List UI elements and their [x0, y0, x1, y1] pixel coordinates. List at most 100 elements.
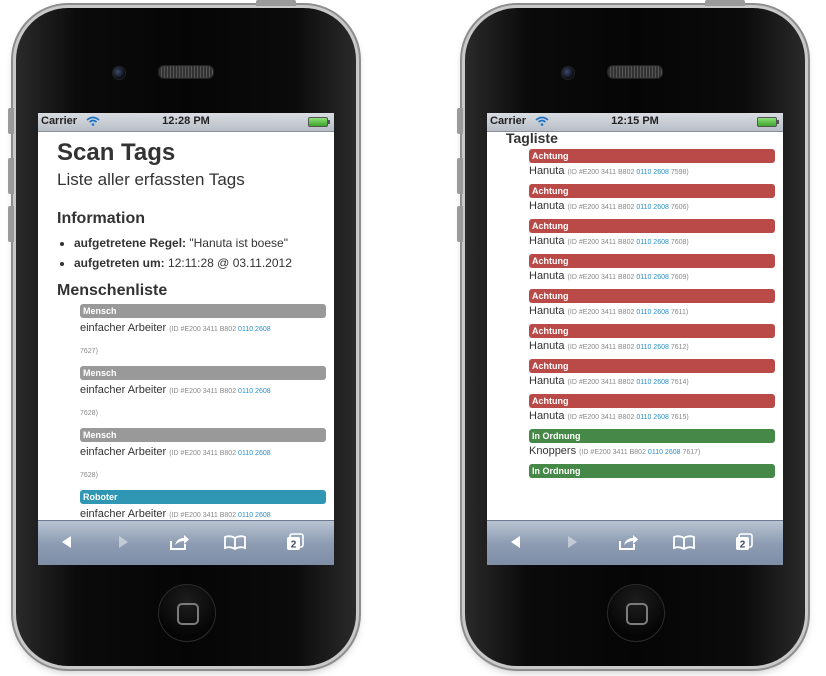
power-button: [705, 0, 745, 6]
tag-id-suffix: 7628): [80, 410, 98, 417]
tag-id-link[interactable]: 0110 2608: [238, 388, 271, 395]
tag-id: (ID #E200 3411 B802 0110 2608: [169, 512, 271, 519]
info-list: aufgetretene Regel: "Hanuta ist boese" a…: [38, 233, 334, 273]
status-badge: Achtung: [529, 359, 775, 373]
share-icon: [619, 535, 638, 550]
share-button[interactable]: [166, 529, 192, 555]
status-badge: Achtung: [529, 394, 775, 408]
tabs-button[interactable]: 2: [282, 529, 308, 555]
status-time: 12:15 PM: [611, 115, 659, 127]
iphone-right: Carrier 12:15 PM Tagliste Achtung Hanuta …: [457, 0, 805, 666]
home-button[interactable]: [158, 584, 216, 642]
tag-id-link[interactable]: 0110 2608: [636, 309, 669, 316]
tag-id-link[interactable]: 0110 2608: [636, 414, 669, 421]
status-bar: Carrier 12:15 PM: [487, 113, 783, 132]
tag-id-link[interactable]: 0110 2608: [636, 344, 669, 351]
bookmarks-button[interactable]: [222, 529, 248, 555]
list-heading: Menschenliste: [57, 282, 168, 299]
volume-down-button: [8, 206, 14, 242]
safari-toolbar: 2: [487, 520, 783, 565]
tag-name: Hanuta: [529, 235, 565, 247]
list-item[interactable]: Mensch einfacher Arbeiter (ID #E200 3411…: [80, 304, 326, 362]
tag-id-link[interactable]: 0110 2608: [238, 326, 271, 333]
front-camera: [561, 66, 575, 80]
tag-id-link[interactable]: 0110 2608: [636, 169, 669, 176]
back-button[interactable]: [503, 529, 529, 555]
type-badge: Mensch: [80, 366, 326, 380]
tag-id-link[interactable]: 0110 2608: [636, 379, 669, 386]
tag-id: (ID #E200 3411 B802 0110 2608 7598): [567, 169, 689, 176]
tabs-button[interactable]: 2: [731, 529, 757, 555]
info-value: 12:11:28 @ 03.11.2012: [168, 256, 292, 270]
bookmarks-button[interactable]: [671, 529, 697, 555]
tag-id: (ID #E200 3411 B802 0110 2608 7617): [579, 449, 701, 456]
tag-id-suffix: 7628): [80, 472, 98, 479]
tag-id: (ID #E200 3411 B802 0110 2608 7606): [567, 204, 689, 211]
tag-item[interactable]: Achtung Hanuta (ID #E200 3411 B802 0110 2…: [529, 359, 775, 391]
tag-name: Hanuta: [529, 305, 565, 317]
tag-name: Hanuta: [529, 165, 565, 177]
tag-id-link[interactable]: 0110 2608: [636, 274, 669, 281]
list-item[interactable]: Mensch einfacher Arbeiter (ID #E200 3411…: [80, 428, 326, 486]
forward-button[interactable]: [559, 529, 585, 555]
earpiece-speaker: [158, 65, 214, 79]
list-item[interactable]: Roboter einfacher Arbeiter (ID #E200 341…: [80, 490, 326, 521]
tag-id-link[interactable]: 0110 2608: [636, 239, 669, 246]
tag-item[interactable]: Achtung Hanuta (ID #E200 3411 B802 0110 2…: [529, 394, 775, 426]
tag-id: (ID #E200 3411 B802 0110 2608 7609): [567, 274, 689, 281]
back-arrow-icon: [62, 536, 71, 548]
tag-id-link[interactable]: 0110 2608: [636, 204, 669, 211]
forward-arrow-icon: [568, 536, 577, 548]
list-item[interactable]: Mensch einfacher Arbeiter (ID #E200 3411…: [80, 366, 326, 424]
earpiece-speaker: [607, 65, 663, 79]
tag-item[interactable]: Achtung Hanuta (ID #E200 3411 B802 0110 2…: [529, 289, 775, 321]
status-bar: Carrier 12:28 PM: [38, 113, 334, 132]
tag-item[interactable]: Achtung Hanuta (ID #E200 3411 B802 0110 2…: [529, 219, 775, 251]
tag-name: Hanuta: [529, 340, 565, 352]
back-arrow-icon: [511, 536, 520, 548]
info-heading: Information: [57, 210, 145, 227]
tag-id: (ID #E200 3411 B802 0110 2608 7612): [567, 344, 689, 351]
book-icon: [224, 535, 246, 551]
page-title: Scan Tags: [57, 139, 176, 166]
tag-id: (ID #E200 3411 B802 0110 2608: [169, 450, 271, 457]
forward-button[interactable]: [110, 529, 136, 555]
tag-id: (ID #E200 3411 B802 0110 2608 7611): [567, 309, 689, 316]
tag-id-link[interactable]: 0110 2608: [238, 450, 271, 457]
info-item-time: aufgetreten um: 12:11:28 @ 03.11.2012: [74, 253, 334, 273]
tag-item[interactable]: Achtung Hanuta (ID #E200 3411 B802 0110 2…: [529, 184, 775, 216]
volume-up-button: [8, 158, 14, 194]
status-badge: Achtung: [529, 219, 775, 233]
volume-down-button: [457, 206, 463, 242]
page-content: Tagliste Achtung Hanuta (ID #E200 3411 B8…: [487, 132, 783, 521]
safari-toolbar: 2: [38, 520, 334, 565]
tag-id: (ID #E200 3411 B802 0110 2608 7608): [567, 239, 689, 246]
tag-id-link[interactable]: 0110 2608: [238, 512, 271, 519]
volume-up-button: [457, 158, 463, 194]
status-badge: Achtung: [529, 289, 775, 303]
tag-id: (ID #E200 3411 B802 0110 2608: [169, 326, 271, 333]
home-square-icon: [626, 603, 648, 625]
home-button[interactable]: [607, 584, 665, 642]
person-name: einfacher Arbeiter: [80, 322, 167, 334]
share-button[interactable]: [615, 529, 641, 555]
tag-name: Hanuta: [529, 375, 565, 387]
mute-switch: [457, 108, 463, 134]
battery-icon: [308, 117, 330, 127]
page-content: Scan Tags Liste aller erfassten Tags Inf…: [38, 132, 334, 521]
person-name: einfacher Arbeiter: [80, 384, 167, 396]
tag-item[interactable]: In Ordnung Knoppers (ID #E200 3411 B802 0…: [529, 429, 775, 461]
tag-id-link[interactable]: 0110 2608: [648, 449, 681, 456]
info-item-rule: aufgetretene Regel: "Hanuta ist boese": [74, 233, 334, 253]
tag-item[interactable]: In Ordnung: [529, 464, 775, 478]
page-title: Tagliste: [506, 132, 558, 146]
tag-item[interactable]: Achtung Hanuta (ID #E200 3411 B802 0110 2…: [529, 149, 775, 181]
tag-item[interactable]: Achtung Hanuta (ID #E200 3411 B802 0110 2…: [529, 254, 775, 286]
status-badge: In Ordnung: [529, 464, 775, 478]
person-name: einfacher Arbeiter: [80, 508, 167, 520]
front-camera: [112, 66, 126, 80]
tag-item[interactable]: Achtung Hanuta (ID #E200 3411 B802 0110 2…: [529, 324, 775, 356]
back-button[interactable]: [54, 529, 80, 555]
screen-left: Carrier 12:28 PM Scan Tags Liste aller e…: [38, 113, 334, 565]
page-subtitle: Liste aller erfassten Tags: [57, 170, 245, 189]
